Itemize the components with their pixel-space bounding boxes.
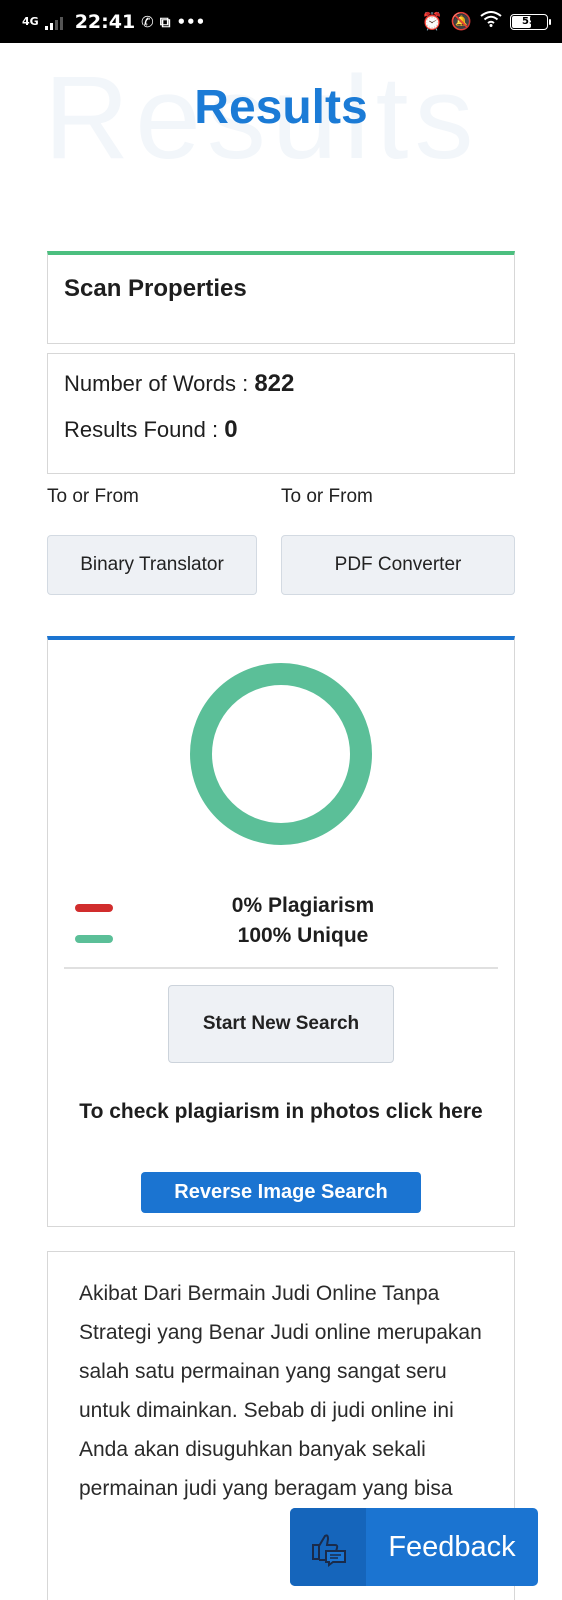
word-count-value: 822 [254,370,295,397]
to-or-from-caption-right: To or From [281,486,373,507]
binary-translator-button[interactable]: Binary Translator [47,535,257,595]
alarm-icon: ⏰ [421,11,443,32]
page-title: Results [194,81,368,134]
results-found-row: Results Found : 0 [64,416,498,444]
divider [64,967,498,969]
pdf-converter-button[interactable]: PDF Converter [281,535,515,595]
results-found-value: 0 [224,416,238,443]
network-type: 4G [22,14,39,28]
scan-stats-card: Number of Words : 822 Results Found : 0 [47,353,515,474]
unique-legend-swatch [75,935,113,943]
wifi-icon [480,11,502,32]
plagiarism-legend-swatch [75,904,113,912]
start-new-search-button[interactable]: Start New Search [168,985,394,1063]
unique-percent-label: 100% Unique [237,924,369,947]
scan-properties-heading: Scan Properties [64,275,247,302]
unique-ring [190,663,372,845]
status-bar: 4G 22:41 ✆ ⧉ ••• ⏰ 🔕 55 [0,0,562,43]
more-dots-icon: ••• [176,12,206,31]
mute-icon: 🔕 [450,11,472,32]
whatsapp-icon: ✆ [141,12,154,31]
status-time: 22:41 [74,10,136,33]
feedback-label: Feedback [388,1530,516,1563]
signal-icon [44,14,67,30]
thumbs-up-chat-icon [290,1508,366,1586]
word-count-row: Number of Words : 822 [64,370,498,398]
battery-icon: 55 [510,13,551,30]
results-found-label: Results Found : [64,417,225,442]
feedback-button[interactable]: Feedback [290,1508,538,1586]
photo-plagiarism-prompt[interactable]: To check plagiarism in photos click here [78,1096,484,1127]
screenshot-icon: ⧉ [159,12,171,31]
word-count-label: Number of Words : [64,371,255,396]
battery-level: 55 [522,16,536,27]
plagiarism-result-card: 0% Plagiarism 100% Unique Start New Sear… [47,636,515,1227]
reverse-image-search-button[interactable]: Reverse Image Search [141,1172,421,1213]
plagiarism-percent-label: 0% Plagiarism [231,894,375,917]
article-text: Akibat Dari Bermain Judi Online Tanpa St… [79,1282,482,1500]
scan-properties-card: Scan Properties [47,251,515,344]
plagiarism-donut-chart [190,663,372,845]
to-or-from-caption-left: To or From [47,486,139,507]
